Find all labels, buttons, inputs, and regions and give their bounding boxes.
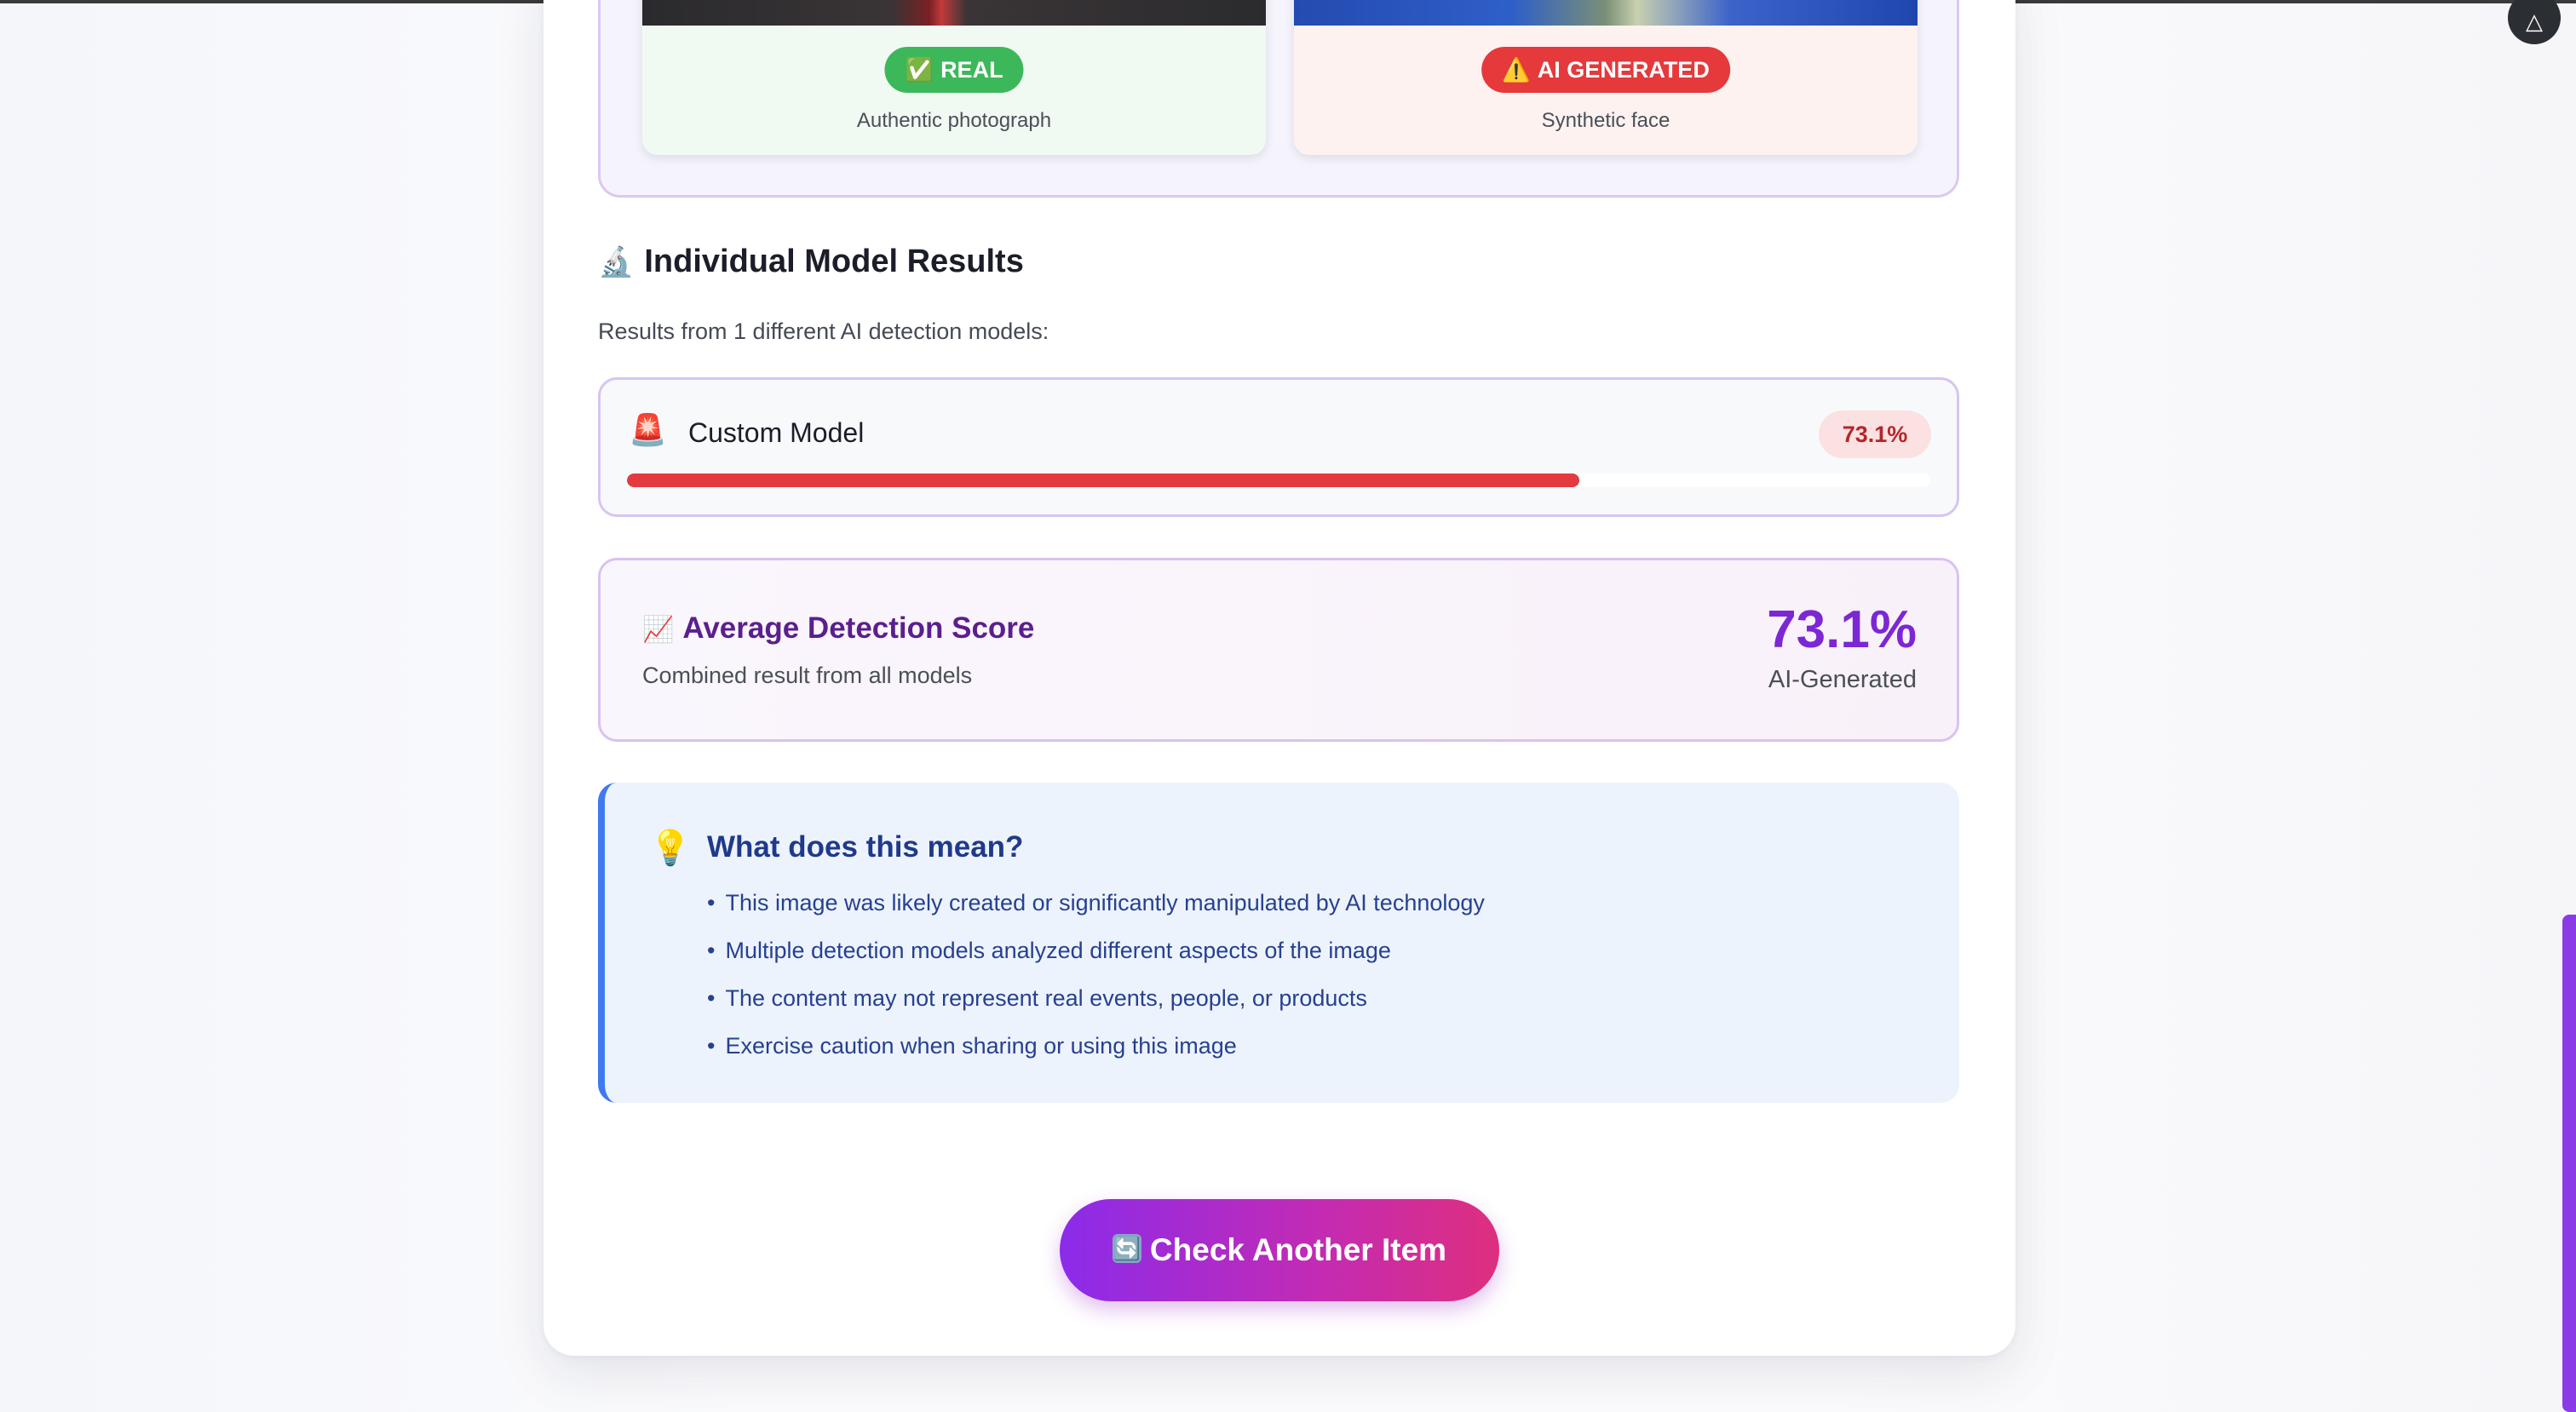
- refresh-icon: 🔄: [1112, 1234, 1141, 1264]
- check-icon: ✅: [905, 57, 934, 83]
- real-badge: ✅ REAL: [884, 47, 1024, 93]
- explanation-item: This image was likely created or signifi…: [707, 886, 1484, 933]
- chart-increasing-icon: 📈: [642, 616, 675, 644]
- average-score-subtitle: Combined result from all models: [642, 663, 973, 688]
- real-caption: Authentic photograph: [856, 109, 1052, 132]
- check-another-item-button[interactable]: 🔄 Check Another Item: [1060, 1199, 1499, 1301]
- microscope-icon: 🔬: [598, 246, 635, 278]
- ai-caption: Synthetic face: [1541, 109, 1670, 132]
- average-score-card: [598, 558, 1959, 742]
- ai-generated-badge: ⚠️ AI GENERATED: [1481, 47, 1730, 93]
- scrollbar-thumb[interactable]: [2562, 915, 2576, 1412]
- section-title: 🔬 Individual Model Results: [598, 244, 1024, 279]
- explanation-list: This image was likely created or signifi…: [707, 886, 1485, 1076]
- average-score-label: AI-Generated: [1768, 666, 1917, 693]
- explanation-title: What does this mean?: [707, 830, 1024, 864]
- model-score-bar-fill: [627, 474, 1580, 487]
- ai-example-card: ⚠️ AI GENERATED Synthetic face: [1294, 0, 1918, 155]
- model-score-bar: [627, 474, 1930, 487]
- triangle-logo-icon: △: [2526, 9, 2543, 34]
- real-example-card: ✅ REAL Authentic photograph: [642, 0, 1266, 155]
- average-score-title: 📈 Average Detection Score: [642, 611, 1035, 645]
- explanation-item: Multiple detection models analyzed diffe…: [707, 933, 1485, 981]
- section-subtitle: Results from 1 different AI detection mo…: [598, 319, 1049, 344]
- warning-icon: ⚠️: [1502, 57, 1531, 83]
- explanation-item: Exercise caution when sharing or using t…: [707, 1029, 1485, 1076]
- ai-example-image: [1294, 0, 1918, 26]
- average-score-value: 73.1%: [1767, 600, 1917, 659]
- lightbulb-icon: 💡: [649, 829, 692, 867]
- model-score-badge: 73.1%: [1819, 410, 1931, 458]
- real-example-image: [642, 0, 1266, 26]
- model-name: Custom Model: [688, 417, 865, 448]
- explanation-item: The content may not represent real event…: [707, 981, 1485, 1029]
- siren-icon: 🚨: [629, 412, 667, 447]
